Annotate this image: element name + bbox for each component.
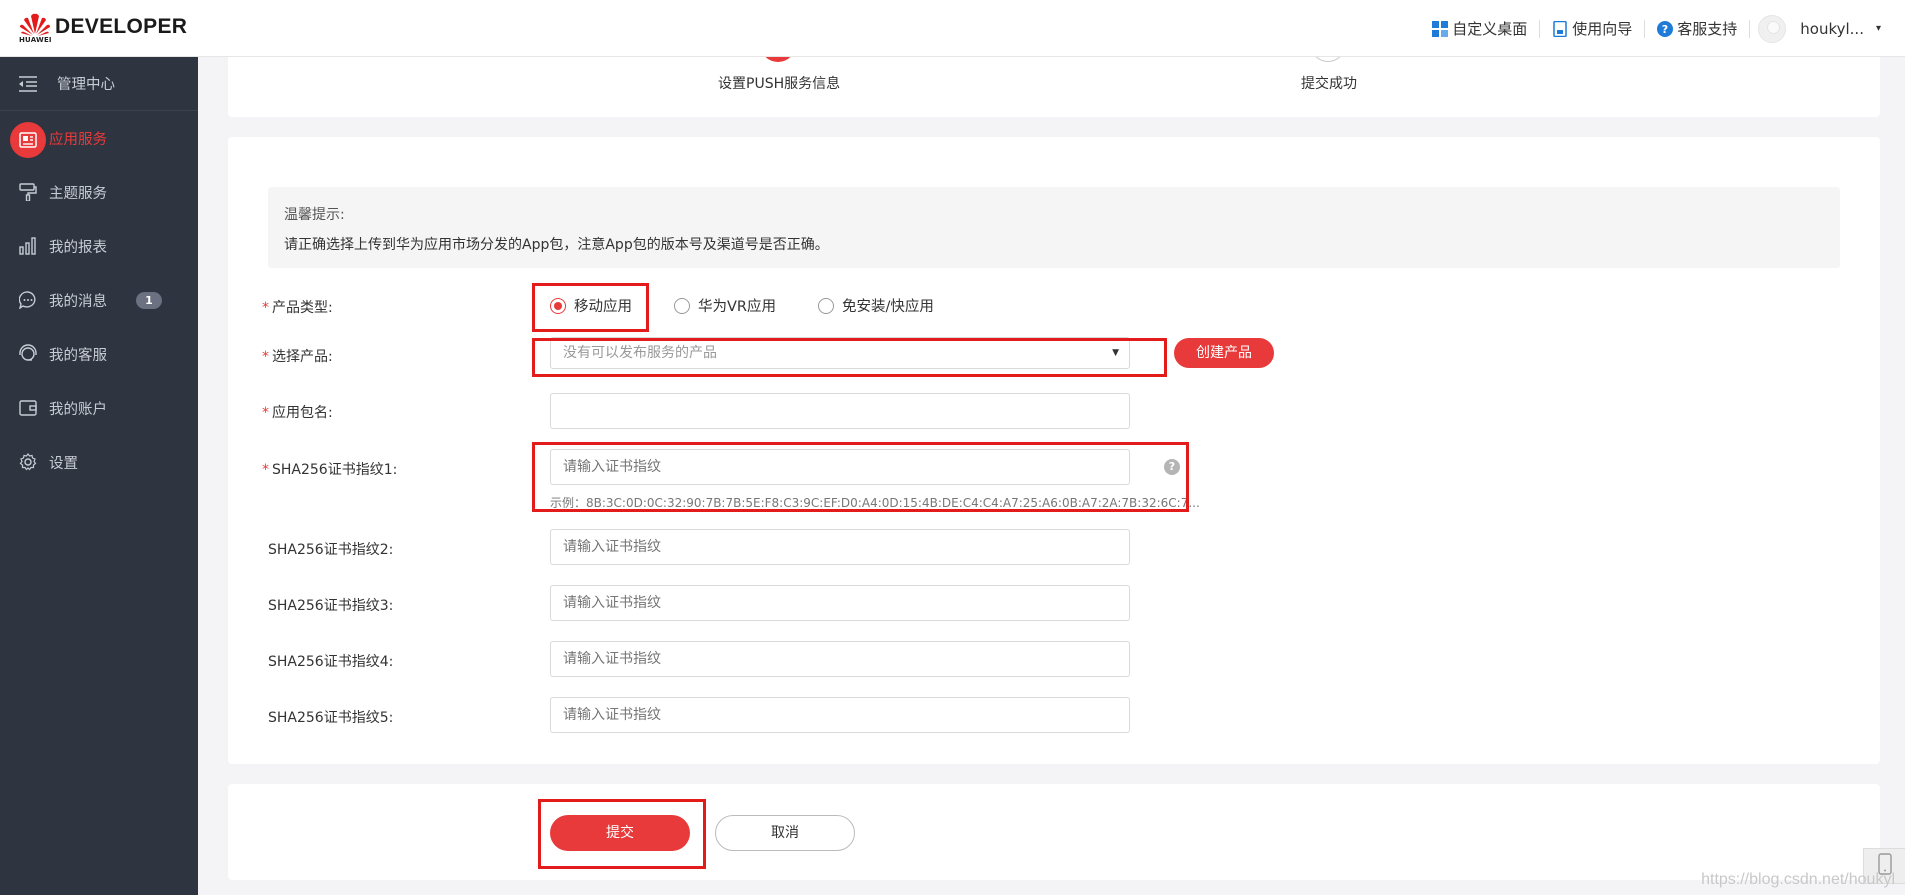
package-name-label: * 应用包名: [262, 405, 333, 421]
sidebar-item-label: 我的消息 [49, 293, 107, 310]
sidebar-item-app-services[interactable]: 应用服务 [0, 111, 198, 165]
gear-icon [18, 452, 38, 472]
sha256-fingerprint-1-input[interactable] [550, 449, 1130, 485]
select-product-label: * 选择产品: [262, 349, 333, 365]
create-product-button[interactable]: 创建产品 [1174, 338, 1274, 368]
user-menu[interactable]: houkyl... ▾ [1750, 14, 1881, 43]
sha256-fingerprint-1-label: * SHA256证书指纹1: [262, 462, 398, 478]
unread-count-badge: 1 [136, 292, 162, 309]
custom-desktop-label: 自定义桌面 [1452, 20, 1528, 38]
svg-text:?: ? [1662, 23, 1668, 36]
sidebar-item-my-reports[interactable]: 我的报表 [0, 219, 198, 273]
form-actions: 提交 取消 [228, 784, 1880, 880]
tip-text: 请正确选择上传到华为应用市场分发的App包，注意App包的版本号及渠道号是否正确… [284, 237, 829, 253]
chat-icon [18, 290, 38, 310]
sha256-fingerprint-3-input[interactable] [550, 585, 1130, 621]
header-links: 自定义桌面 使用向导 ? 客服支持 houkyl... ▾ [1420, 0, 1881, 57]
required-mark: * [262, 300, 269, 316]
sha256-example-text: 示例：8B:3C:0D:0C:32:90:7B:7B:5E:F8:C3:9C:E… [550, 496, 1200, 510]
sha256-fingerprint-2-input[interactable] [550, 529, 1130, 565]
sidebar-item-label: 我的报表 [49, 239, 107, 256]
logo-huawei-small: HUAWEI [19, 36, 52, 44]
customer-support-label: 客服支持 [1677, 20, 1738, 38]
wallet-icon [18, 398, 38, 418]
paint-roller-icon [18, 182, 38, 202]
product-type-radio-group: 移动应用 华为VR应用 免安装/快应用 [550, 295, 976, 316]
sidebar-item-my-messages[interactable]: 我的消息 1 [0, 273, 198, 327]
sidebar-item-my-account[interactable]: 我的账户 [0, 381, 198, 435]
step-label-submit-success: 提交成功 [1301, 76, 1357, 92]
headset-icon [18, 344, 38, 364]
radio-huawei-vr-app[interactable]: 华为VR应用 [674, 295, 776, 316]
step-label-set-push-info: 设置PUSH服务信息 [718, 76, 841, 92]
customer-support-link[interactable]: ? 客服支持 [1645, 19, 1751, 38]
help-icon[interactable]: ? [1164, 459, 1180, 475]
huawei-flower-icon: HUAWEI [19, 12, 52, 44]
avatar [1758, 14, 1787, 43]
top-header: HUAWEI DEVELOPER 自定义桌面 使用向导 ? 客服支持 houky… [0, 0, 1905, 57]
sidebar-item-label: 我的客服 [49, 347, 107, 364]
sha256-fingerprint-5-label: SHA256证书指纹5: [268, 710, 394, 726]
sidebar: 管理中心 应用服务 主题服务 我的报表 我的消息 1 我的客服 我的账户 设置 [0, 57, 198, 895]
radio-unchecked-icon [674, 297, 690, 314]
sidebar-item-management-center[interactable]: 管理中心 [0, 57, 198, 111]
warm-tip-box: 温馨提示: 请正确选择上传到华为应用市场分发的App包，注意App包的版本号及渠… [268, 187, 1840, 268]
chevron-down-icon: ▼ [1112, 348, 1119, 358]
sidebar-item-label: 管理中心 [57, 77, 115, 93]
radio-mobile-app[interactable]: 移动应用 [550, 295, 632, 316]
sidebar-item-my-support[interactable]: 我的客服 [0, 327, 198, 381]
tip-title: 温馨提示: [284, 207, 345, 223]
app-card-icon [10, 122, 46, 158]
grid-icon [1432, 20, 1449, 37]
sidebar-item-settings[interactable]: 设置 [0, 435, 198, 489]
sha256-fingerprint-5-input[interactable] [550, 697, 1130, 733]
logo-text: DEVELOPER [55, 15, 188, 38]
chevron-down-icon: ▾ [1875, 23, 1881, 34]
huawei-developer-logo[interactable]: HUAWEI DEVELOPER [19, 12, 188, 44]
document-icon [1552, 20, 1568, 37]
product-select-placeholder: 没有可以发布服务的产品 [563, 345, 717, 361]
sidebar-item-label: 设置 [49, 455, 78, 472]
radio-quick-app[interactable]: 免安装/快应用 [818, 295, 934, 316]
usage-guide-label: 使用向导 [1572, 20, 1633, 38]
sha256-fingerprint-3-label: SHA256证书指纹3: [268, 598, 394, 614]
menu-collapse-icon [18, 74, 38, 94]
package-name-input[interactable] [550, 393, 1130, 429]
product-select[interactable]: 没有可以发布服务的产品 ▼ [550, 337, 1130, 369]
cancel-button[interactable]: 取消 [715, 815, 855, 851]
usage-guide-link[interactable]: 使用向导 [1540, 19, 1646, 38]
submit-button[interactable]: 提交 [550, 815, 690, 851]
bar-chart-icon [18, 236, 38, 256]
product-type-label: * 产品类型: [262, 300, 333, 316]
radio-checked-icon [550, 297, 566, 314]
sidebar-item-label: 应用服务 [49, 131, 107, 148]
radio-unchecked-icon [818, 297, 834, 314]
sha256-fingerprint-2-label: SHA256证书指纹2: [268, 542, 394, 558]
push-service-form: 温馨提示: 请正确选择上传到华为应用市场分发的App包，注意App包的版本号及渠… [228, 137, 1880, 764]
sidebar-item-theme-services[interactable]: 主题服务 [0, 165, 198, 219]
sidebar-item-label: 主题服务 [49, 185, 107, 202]
sidebar-item-label: 我的账户 [49, 401, 107, 418]
help-icon: ? [1657, 20, 1674, 37]
sha256-fingerprint-4-label: SHA256证书指纹4: [268, 654, 394, 670]
watermark-text: https://blog.csdn.net/houkyl [1701, 871, 1895, 888]
user-name: houkyl... [1800, 19, 1864, 38]
custom-desktop-link[interactable]: 自定义桌面 [1420, 19, 1541, 38]
sha256-fingerprint-4-input[interactable] [550, 641, 1130, 677]
